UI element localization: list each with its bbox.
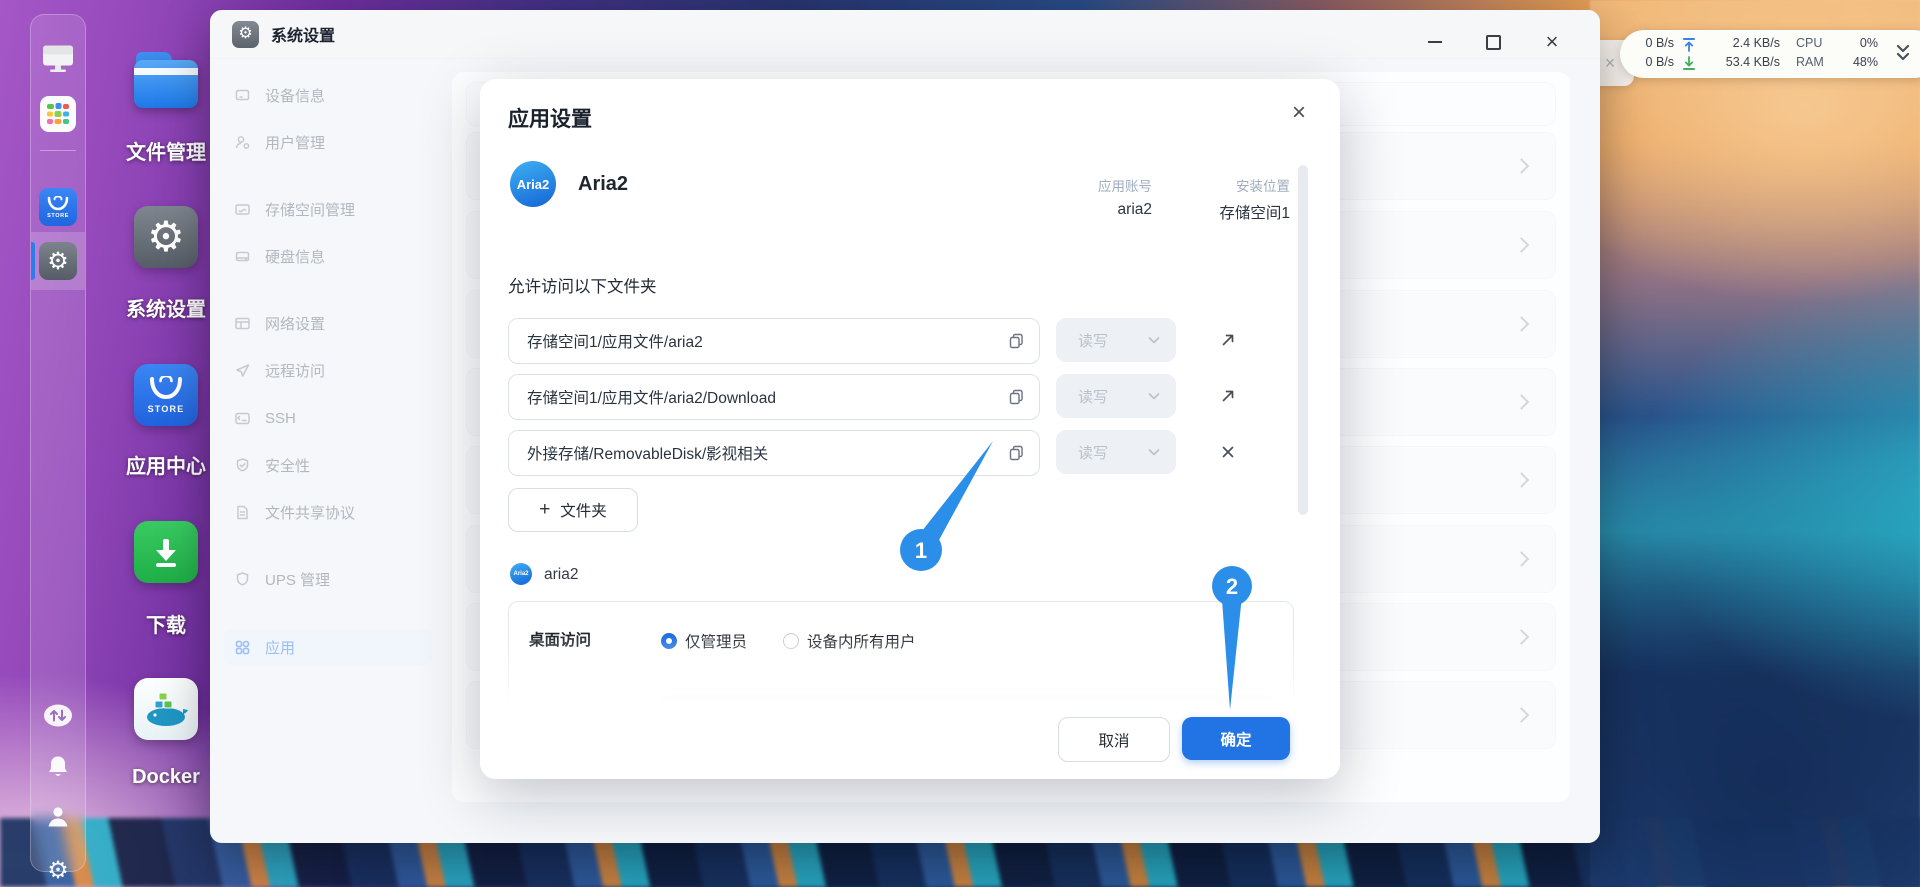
net-up-speed: 2.4 KB/s [1732,36,1780,50]
window-title: 系统设置 [271,28,336,45]
add-folder-button[interactable]: + 文件夹 [508,488,638,532]
remove-icon [1222,446,1234,458]
cpu-value: 0% [1859,36,1878,50]
cpu-label: CPU [1796,36,1823,50]
aria2-app-icon: Aria2 [510,161,556,207]
chevron-down-icon [1148,448,1160,456]
chevron-down-icon [1148,392,1160,400]
cancel-button[interactable]: 取消 [1058,717,1170,762]
dock-transfer-button[interactable] [43,704,73,733]
open-folder-button[interactable] [1206,318,1250,362]
close-icon: × [1604,52,1616,73]
app-store-icon: STORE [39,188,77,226]
dock: STORE ⚙ ⚙ [30,14,86,884]
close-icon: × [1545,29,1559,54]
maximize-icon [1485,34,1501,50]
external-link-icon [1222,334,1234,346]
dock-divider [40,150,76,151]
modal-title: 应用设置 [508,108,592,131]
system-stats-pill[interactable]: 0 B/s 0 B/s 2.4 KB/s 53.4 KB/s CPU RAM 0… [1620,30,1920,78]
wallpaper-right-swirl [1590,0,1920,887]
copy-icon[interactable] [1008,444,1025,462]
upload-icon [1683,38,1695,52]
app-store-icon: STORE [134,364,198,426]
minimize-icon [1428,41,1442,43]
close-button[interactable]: × [1535,26,1569,58]
app-grid-icon [40,96,76,132]
permission-select[interactable]: 读写 [1056,374,1176,418]
dock-user-button[interactable] [45,804,71,835]
account-value: aria2 [1117,201,1152,218]
copy-icon[interactable] [1008,332,1025,350]
lan-down-speed: 0 [1645,55,1653,69]
monitor-icon [43,45,73,72]
location-label: 安装位置 [1236,179,1290,194]
window-gear-icon: ⚙ [232,20,259,48]
desktop: STORE ⚙ ⚙ 文件管理 ⚙ 系统设置 STORE 应用中心 下载 Dock… [0,0,1920,887]
gear-icon: ⚙ [47,856,69,884]
app-name: Aria2 [578,173,629,195]
account-label: 应用账号 [1098,179,1152,194]
minimize-button[interactable] [1418,26,1452,58]
dock-active-indicator [31,242,35,280]
chevron-down-icon [1148,336,1160,344]
folder-path-field[interactable]: 存储空间1/应用文件/aria2/Download [508,374,1040,420]
folder-path-field[interactable]: 外接存储/RemovableDisk/影视相关 [508,430,1040,476]
folder-path-field[interactable]: 存储空间1/应用文件/aria2 [508,318,1040,364]
download-icon [134,521,198,583]
dock-preferences-button[interactable]: ⚙ [47,856,69,884]
modal-scrollbar[interactable] [1298,165,1308,515]
open-folder-button[interactable] [1206,374,1250,418]
bell-icon [49,756,67,776]
folder-icon [134,50,198,110]
dock-appstore-button[interactable]: STORE [39,188,77,226]
content-fade [480,635,1340,719]
download-stat-icon [1683,56,1695,70]
ram-value: 48% [1852,55,1878,69]
location-value: 存储空间1 [1219,205,1290,222]
dock-desktop-button[interactable] [40,43,76,80]
chevron-double-down-icon[interactable] [1894,43,1912,65]
dock-settings-button[interactable]: ⚙ [39,242,77,280]
dock-apps-button[interactable] [40,96,76,132]
maximize-button[interactable] [1476,26,1510,58]
permission-select[interactable]: 读写 [1056,430,1176,474]
transfer-icon [44,704,72,727]
linked-app-name: aria2 [544,566,579,583]
lan-up-speed: 0 [1645,36,1653,50]
remove-folder-button[interactable] [1206,430,1250,474]
plus-icon: + [539,498,551,520]
net-down-speed: 53.4 KB/s [1725,55,1780,69]
confirm-button[interactable]: 确定 [1182,717,1290,760]
external-link-icon [1222,390,1234,402]
gear-icon: ⚙ [39,242,77,280]
user-icon [48,807,68,827]
copy-icon[interactable] [1008,388,1025,406]
docker-icon [134,678,198,740]
permission-select[interactable]: 读写 [1056,318,1176,362]
modal-button-bar: 取消 确定 [480,715,1340,779]
ram-label: RAM [1796,55,1824,69]
modal-close-button[interactable]: × [1292,101,1306,125]
folders-section-label: 允许访问以下文件夹 [508,278,657,296]
gear-icon: ⚙ [134,206,198,268]
window-titlebar[interactable]: ⚙ 系统设置 × [210,10,1600,59]
close-icon: × [1291,99,1306,126]
dock-notifications-button[interactable] [45,754,71,785]
aria2-mini-icon: Aria2 [510,563,532,585]
app-settings-modal: 应用设置 × Aria2 Aria2 应用账号 aria2 安装位置 存储空间1… [480,79,1340,779]
